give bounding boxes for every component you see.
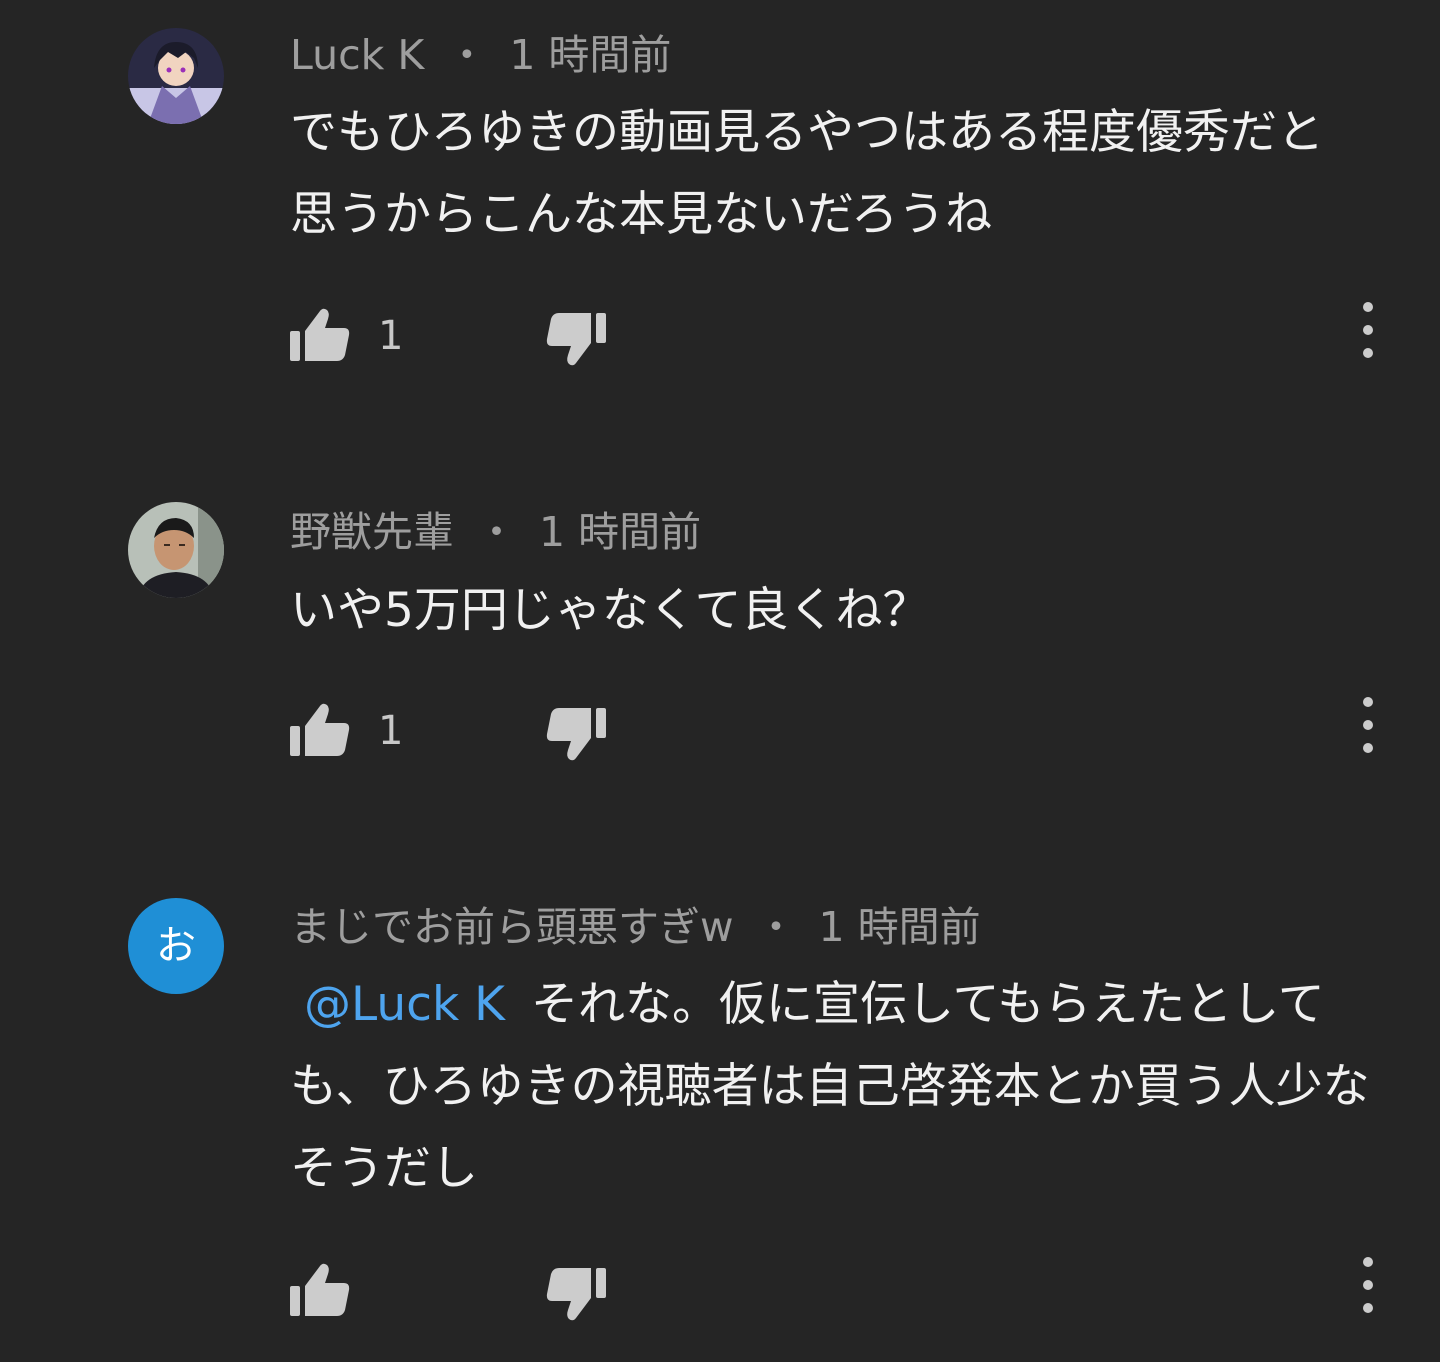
author-name[interactable]: まじでお前ら頭悪すぎw [290,903,734,951]
like-count: 1 [378,708,404,754]
more-vert-icon [1363,1257,1373,1313]
thumb-down-icon [546,313,606,366]
like-count: 1 [378,313,404,359]
comment-body: いや5万円じゃなくて良くね？ [290,583,930,638]
separator-dot: ・ [755,903,797,951]
comment-text: いや5万円じゃなくて良くね？ [290,570,1370,652]
separator-dot: ・ [476,508,517,556]
more-vert-icon [1363,697,1373,753]
comment-actions: 1 [290,302,1390,373]
comment-meta: Luck K ・ 1 時間前 [290,27,671,83]
separator-dot: ・ [446,31,488,79]
comment-text: @Luck K それな。仮に宣伝してもらえたとしても、ひろゆきの視聴者は自己啓発本… [290,964,1370,1210]
thumb-down-icon [546,1268,606,1321]
comment-actions [290,1257,1390,1328]
author-name[interactable]: Luck K [290,31,424,79]
avatar[interactable]: お [128,898,224,994]
comment-actions: 1 [290,697,1390,768]
avatar[interactable] [128,502,224,598]
author-name[interactable]: 野獣先輩 [290,508,454,556]
dislike-button[interactable] [544,704,606,768]
thumb-up-icon [290,1263,350,1316]
comment-time: 1 時間前 [509,31,672,79]
mention-link[interactable]: @Luck K [304,977,505,1032]
more-options-button[interactable] [1354,1250,1382,1314]
avatar[interactable] [128,28,224,124]
avatar-letter: お [156,923,196,969]
comment-body: でもひろゆきの動画見るやつはある程度優秀だと思うからこんな本見ないだろうね [290,105,1324,242]
comment-time: 1 時間前 [818,903,981,951]
more-options-button[interactable] [1354,690,1382,754]
thumb-down-icon [546,708,606,761]
like-button[interactable] [290,307,352,371]
like-button[interactable] [290,702,352,766]
comment-time: 1 時間前 [539,508,702,556]
more-options-button[interactable] [1354,295,1382,359]
like-button[interactable] [290,1262,352,1326]
comment-meta: まじでお前ら頭悪すぎw ・ 1 時間前 [290,899,981,955]
comment-text: でもひろゆきの動画見るやつはある程度優秀だと思うからこんな本見ないだろうね [290,92,1370,256]
thumb-up-icon [290,308,350,361]
more-vert-icon [1363,302,1373,358]
thumb-up-icon [290,703,350,756]
dislike-button[interactable] [544,1264,606,1328]
comment-meta: 野獣先輩・ 1 時間前 [290,504,701,560]
dislike-button[interactable] [544,309,606,373]
